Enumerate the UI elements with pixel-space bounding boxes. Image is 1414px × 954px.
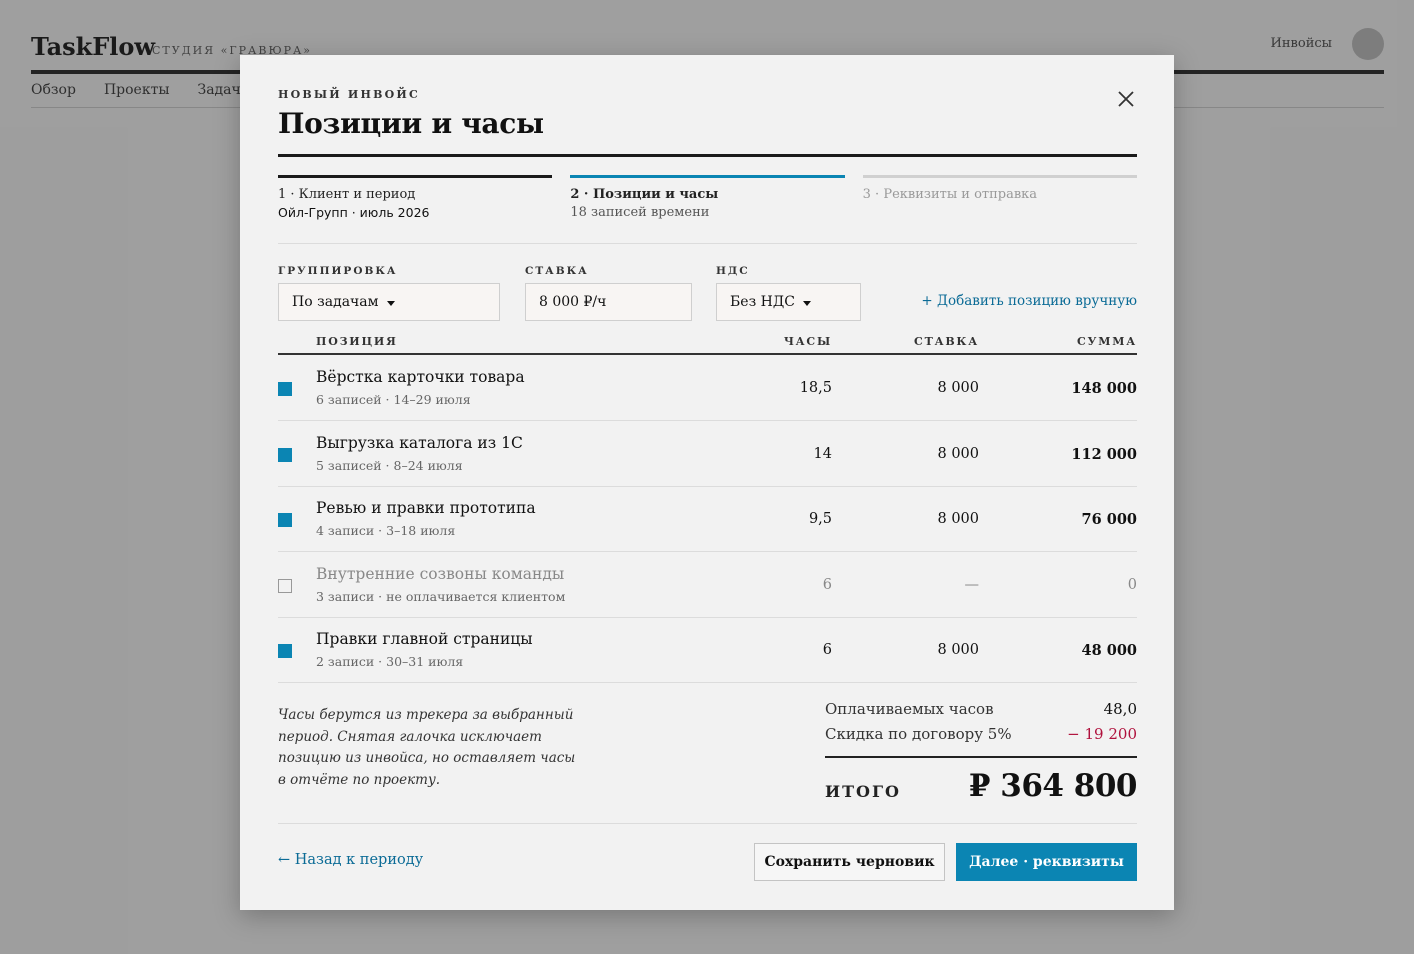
- grouping-select[interactable]: По задачам: [278, 283, 500, 321]
- grouping-value: По задачам: [292, 294, 379, 310]
- chevron-down-icon: [802, 300, 811, 306]
- row-name: Правки главной страницы: [316, 630, 533, 648]
- row-checkbox[interactable]: [278, 579, 292, 593]
- total-label: ИТОГО: [825, 782, 901, 801]
- rate-value: 8 000 ₽/ч: [539, 294, 607, 310]
- col-rate: СТАВКА: [914, 335, 979, 348]
- row-rate: 8 000: [937, 511, 979, 527]
- next-details-button[interactable]: Далее · реквизиты: [956, 843, 1137, 881]
- rate-label: СТАВКА: [525, 265, 589, 277]
- step-subtitle: Ойл-Групп · июль 2026: [278, 205, 430, 220]
- discount-line: Скидка по договору 5% − 19 200: [825, 725, 1137, 750]
- col-hours: ЧАСЫ: [783, 335, 832, 348]
- row-rate: 8 000: [937, 380, 979, 396]
- close-icon[interactable]: [1115, 88, 1137, 110]
- save-draft-button[interactable]: Сохранить черновик: [754, 843, 945, 881]
- col-sum: СУММА: [1077, 335, 1137, 348]
- grand-total: ИТОГО ₽ 364 800: [825, 758, 1138, 810]
- table-row: Правки главной страницы 2 записи · 30–31…: [278, 618, 1137, 683]
- row-sum: 48 000: [1081, 642, 1138, 659]
- step-subtitle: 18 записей времени: [570, 205, 710, 220]
- discount-label: Скидка по договору 5%: [825, 725, 1012, 743]
- add-position-link[interactable]: + Добавить позицию вручную: [921, 293, 1137, 309]
- invoice-modal: НОВЫЙ ИНВОЙС Позиции и часы 1 · Клиент и…: [240, 55, 1174, 910]
- col-position: ПОЗИЦИЯ: [316, 335, 398, 348]
- row-checkbox[interactable]: [278, 382, 292, 396]
- stepper: 1 · Клиент и период Ойл-Групп · июль 202…: [278, 175, 1137, 220]
- vat-select[interactable]: Без НДС: [716, 283, 861, 321]
- modal-title: Позиции и часы: [278, 107, 544, 140]
- discount-value: − 19 200: [1067, 725, 1137, 743]
- table-row: Вёрстка карточки товара 6 записей · 14–2…: [278, 356, 1137, 421]
- step-positions-hours[interactable]: 2 · Позиции и часы 18 записей времени: [570, 175, 845, 220]
- totals-block: Оплачиваемых часов 48,0 Скидка по догово…: [825, 700, 1138, 810]
- row-sum: 76 000: [1081, 511, 1138, 528]
- rate-input[interactable]: 8 000 ₽/ч: [525, 283, 692, 321]
- modal-kicker: НОВЫЙ ИНВОЙС: [278, 88, 420, 101]
- row-meta: 3 записи · не оплачивается клиентом: [316, 589, 566, 604]
- divider: [278, 243, 1137, 244]
- row-meta: 4 записи · 3–18 июля: [316, 523, 456, 538]
- row-hours: 18,5: [799, 380, 832, 396]
- hours-note: Часы берутся из трекера за выбранный пер…: [278, 707, 576, 788]
- billable-hours-value: 48,0: [1103, 700, 1137, 718]
- row-checkbox[interactable]: [278, 513, 292, 527]
- billable-hours-line: Оплачиваемых часов 48,0: [825, 700, 1137, 725]
- row-name: Ревью и правки прототипа: [316, 499, 536, 517]
- row-name: Внутренние созвоны команды: [316, 565, 565, 583]
- vat-value: Без НДС: [730, 294, 795, 310]
- step-details-send[interactable]: 3 · Реквизиты и отправка: [862, 175, 1137, 220]
- row-checkbox[interactable]: [278, 448, 292, 462]
- row-meta: 6 записей · 14–29 июля: [316, 392, 471, 407]
- table-row: Ревью и правки прототипа 4 записи · 3–18…: [278, 487, 1137, 552]
- row-hours: 14: [813, 446, 832, 462]
- step-title: 1 · Клиент и период: [278, 187, 416, 202]
- row-rate: —: [964, 577, 980, 593]
- row-name: Вёрстка карточки товара: [316, 368, 525, 386]
- row-checkbox[interactable]: [278, 644, 292, 658]
- footer-divider: [278, 823, 1137, 824]
- back-to-period-link[interactable]: ← Назад к периоду: [278, 852, 423, 868]
- row-sum: 0: [1127, 577, 1137, 593]
- row-meta: 5 записей · 8–24 июля: [316, 458, 463, 473]
- row-hours: 6: [822, 642, 832, 658]
- row-hours: 9,5: [808, 511, 832, 527]
- step-title: 2 · Позиции и часы: [570, 187, 719, 202]
- row-sum: 148 000: [1071, 380, 1137, 397]
- row-hours: 6: [822, 577, 832, 593]
- row-rate: 8 000: [937, 446, 979, 462]
- row-sum: 112 000: [1071, 446, 1137, 463]
- row-meta: 2 записи · 30–31 июля: [316, 654, 464, 669]
- grouping-label: ГРУППИРОВКА: [278, 265, 398, 277]
- table-row: Выгрузка каталога из 1С 5 записей · 8–24…: [278, 422, 1137, 487]
- billable-hours-label: Оплачиваемых часов: [825, 700, 994, 718]
- table-header: ПОЗИЦИЯ ЧАСЫ СТАВКА СУММА: [278, 332, 1137, 355]
- row-rate: 8 000: [937, 642, 979, 658]
- step-title: 3 · Реквизиты и отправка: [862, 187, 1038, 202]
- total-value: ₽ 364 800: [968, 768, 1138, 804]
- vat-label: НДС: [716, 265, 750, 277]
- title-divider: [278, 154, 1137, 157]
- chevron-down-icon: [386, 300, 395, 306]
- table-row: Внутренние созвоны команды 3 записи · не…: [278, 553, 1137, 618]
- row-name: Выгрузка каталога из 1С: [316, 434, 523, 452]
- step-client-period[interactable]: 1 · Клиент и период Ойл-Групп · июль 202…: [278, 175, 553, 220]
